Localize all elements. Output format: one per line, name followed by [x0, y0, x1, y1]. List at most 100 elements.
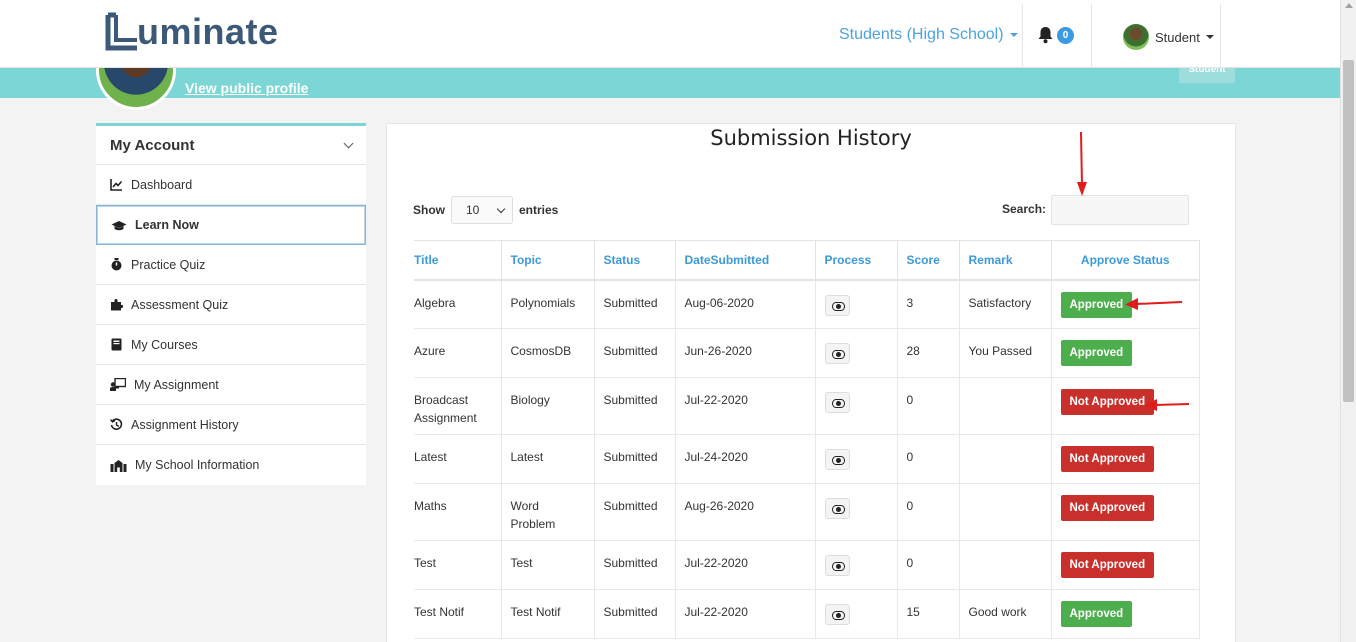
entries-select-value: 10: [466, 203, 480, 217]
sidebar-item-assignment-history[interactable]: Assignment History: [96, 405, 366, 445]
column-header-process[interactable]: Process: [814, 240, 898, 281]
eye-icon[interactable]: [824, 392, 850, 413]
cell-remark: [958, 540, 1052, 590]
column-header-approve-status[interactable]: Approve Status: [1050, 240, 1200, 281]
sidebar-header[interactable]: My Account: [96, 126, 366, 165]
column-header-status[interactable]: Status: [593, 240, 676, 281]
not-approved-badge[interactable]: Not Approved: [1060, 446, 1155, 472]
table-row: Test Test Submitted Jul-22-2020 0 Not Ap…: [414, 540, 1200, 590]
submissions-table: Title Topic Status DateSubmitted Process…: [414, 240, 1200, 639]
cell-score: 0: [896, 483, 960, 541]
sidebar-item-learn-now[interactable]: Learn Now: [96, 205, 366, 245]
not-approved-badge[interactable]: Not Approved: [1060, 495, 1155, 521]
sidebar-item-assessment-quiz[interactable]: Assessment Quiz: [96, 285, 366, 325]
search-label: Search:: [1002, 202, 1047, 216]
table-header-row: Title Topic Status DateSubmitted Process…: [414, 240, 1200, 281]
table-row: Algebra Polynomials Submitted Aug-06-202…: [414, 279, 1200, 329]
sidebar-item-label: Learn Now: [135, 218, 199, 232]
cell-process: [814, 328, 898, 378]
approved-badge[interactable]: Approved: [1060, 291, 1133, 318]
column-header-score[interactable]: Score: [896, 240, 960, 281]
cell-score: 0: [896, 434, 960, 484]
chart-line-icon: [110, 179, 123, 191]
eye-icon[interactable]: [824, 343, 850, 364]
entries-label: entries: [519, 203, 559, 217]
avatar: [1123, 24, 1149, 50]
cell-remark: You Passed: [958, 328, 1052, 378]
top-navbar: uminate Students (High School) 0 Student: [0, 0, 1340, 68]
page-scrollbar[interactable]: [1340, 0, 1356, 642]
column-header-title[interactable]: Title: [414, 240, 502, 281]
cell-topic: Test Notif: [500, 589, 595, 639]
cell-date: Jun-26-2020: [674, 328, 816, 378]
eye-icon[interactable]: [824, 449, 850, 470]
cell-process: [814, 540, 898, 590]
cell-date: Jul-22-2020: [674, 589, 816, 639]
submission-history-panel: Submission History Show 10 entries Searc…: [386, 123, 1236, 642]
cell-process: [814, 434, 898, 484]
sidebar-item-my-courses[interactable]: My Courses: [96, 325, 366, 365]
cell-remark: Good work: [958, 589, 1052, 639]
scrollbar-thumb[interactable]: [1343, 60, 1354, 402]
cell-status: Submitted: [593, 279, 676, 329]
user-menu[interactable]: Student: [1123, 24, 1214, 50]
sidebar-item-dashboard[interactable]: Dashboard: [96, 165, 366, 205]
cell-score: 0: [896, 377, 960, 435]
role-dropdown[interactable]: Students (High School): [839, 26, 1018, 44]
cell-status: Submitted: [593, 589, 676, 639]
column-header-topic[interactable]: Topic: [500, 240, 595, 281]
table-row: Test Notif Test Notif Submitted Jul-22-2…: [414, 589, 1200, 639]
nav-divider: [1022, 4, 1023, 68]
caret-down-icon: [1009, 33, 1018, 37]
cell-process: [814, 279, 898, 329]
eye-icon[interactable]: [824, 498, 850, 519]
cell-status: Submitted: [593, 483, 676, 541]
cell-date: Jul-22-2020: [674, 377, 816, 435]
caret-down-icon: [1205, 35, 1214, 39]
notifications-button[interactable]: 0: [1037, 26, 1074, 44]
cell-process: [814, 483, 898, 541]
cell-title: Test: [414, 540, 502, 590]
eye-icon[interactable]: [824, 604, 850, 625]
eye-icon[interactable]: [824, 555, 850, 576]
brand-logo[interactable]: uminate: [105, 8, 279, 52]
cell-approve-status: Not Approved: [1050, 540, 1200, 590]
user-menu-label: Student: [1155, 29, 1200, 45]
bell-icon: [1038, 27, 1053, 44]
sidebar-item-label: Assessment Quiz: [131, 297, 229, 312]
not-approved-badge[interactable]: Not Approved: [1060, 389, 1155, 415]
column-header-remark[interactable]: Remark: [958, 240, 1052, 281]
chevron-down-icon: [496, 204, 506, 213]
search-input[interactable]: [1051, 195, 1189, 225]
view-public-profile-link[interactable]: View public profile: [185, 80, 308, 96]
cell-remark: [958, 377, 1052, 435]
column-header-date-submitted[interactable]: DateSubmitted: [674, 240, 816, 281]
approved-badge[interactable]: Approved: [1060, 340, 1133, 366]
cell-approve-status: Not Approved: [1050, 483, 1200, 541]
eye-icon[interactable]: [824, 294, 850, 316]
cell-topic: Polynomials: [500, 279, 595, 329]
cell-date: Jul-22-2020: [674, 540, 816, 590]
role-dropdown-label: Students (High School): [839, 26, 1004, 43]
cell-process: [814, 377, 898, 435]
cell-status: Submitted: [593, 540, 676, 590]
annotation-arrow-left-icon: [1125, 298, 1183, 310]
account-sidebar: My Account Dashboard Learn Now Practice …: [96, 123, 366, 485]
cell-approve-status: Not Approved: [1050, 434, 1200, 484]
sidebar-item-practice-quiz[interactable]: Practice Quiz: [96, 245, 366, 285]
not-approved-badge[interactable]: Not Approved: [1060, 552, 1155, 578]
approved-badge[interactable]: Approved: [1060, 601, 1133, 627]
table-row: Azure CosmosDB Submitted Jun-26-2020 28 …: [414, 328, 1200, 378]
chevron-down-icon: [343, 138, 354, 148]
entries-select[interactable]: 10: [451, 196, 513, 224]
cell-process: [814, 589, 898, 639]
history-icon: [110, 418, 123, 430]
scroll-up-arrow-icon[interactable]: [1345, 3, 1353, 8]
graduation-cap-icon: [111, 220, 127, 230]
sidebar-item-my-school-information[interactable]: My School Information: [96, 445, 366, 485]
sidebar-item-label: Assignment History: [131, 417, 239, 432]
sidebar-item-label: Dashboard: [131, 177, 193, 192]
sidebar-item-my-assignment[interactable]: My Assignment: [96, 365, 366, 405]
sidebar-item-label: My School Information: [135, 458, 260, 472]
teacher-icon: [110, 378, 126, 391]
